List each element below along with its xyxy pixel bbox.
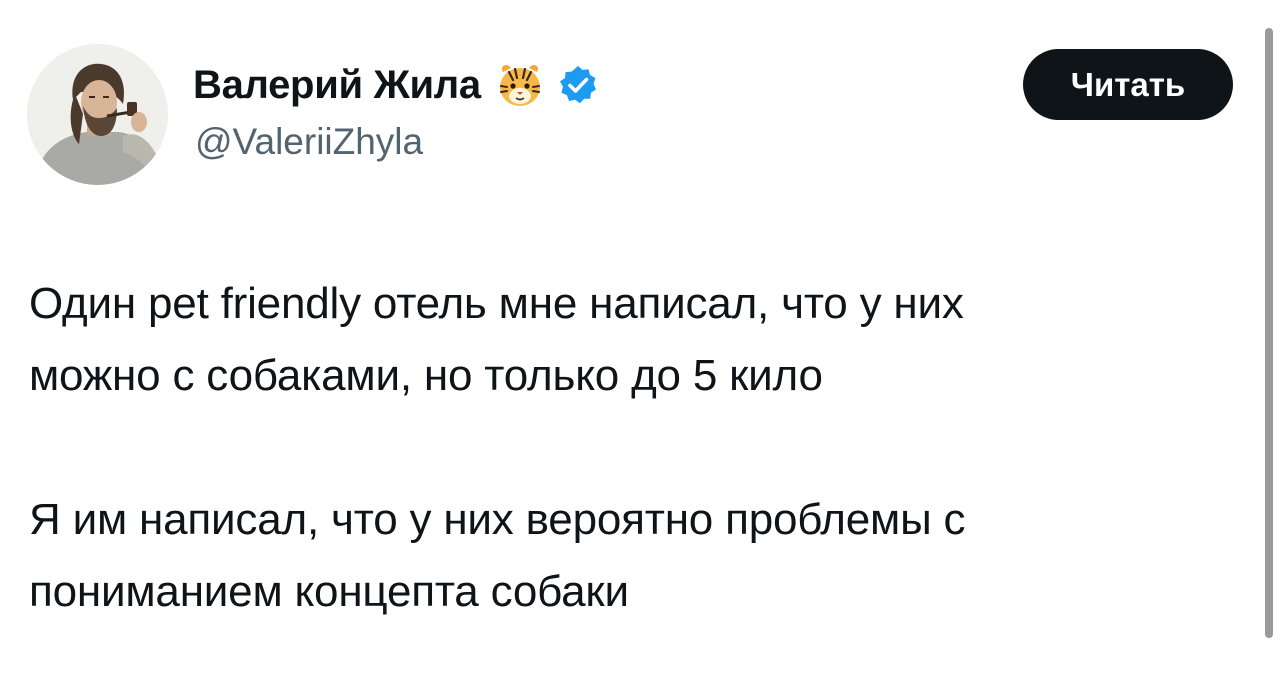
tweet-line: можно с собаками, но только до 5 кило	[29, 351, 823, 400]
author-display-name[interactable]: Валерий Жила	[193, 63, 481, 108]
scrollbar[interactable]	[1265, 28, 1273, 638]
tweet-line: Я им написал, что у них вероятно проблем…	[29, 495, 966, 544]
tweet-line: пониманием концепта собаки	[29, 567, 629, 616]
tiger-face-icon	[495, 60, 545, 110]
author-display-name-row[interactable]: Валерий Жила	[193, 60, 599, 110]
tweet-card: Валерий Жила @ValeriiZhyla Читать Один p…	[0, 0, 1284, 673]
tweet-line: Один pet friendly отель мне написал, что…	[29, 279, 964, 328]
follow-button[interactable]: Читать	[1023, 49, 1233, 120]
tweet-text: Один pet friendly отель мне написал, что…	[29, 268, 1229, 628]
verified-badge-icon[interactable]	[557, 64, 599, 106]
avatar-illustration	[27, 44, 168, 185]
avatar[interactable]	[27, 44, 168, 185]
author-handle[interactable]: @ValeriiZhyla	[195, 121, 423, 163]
